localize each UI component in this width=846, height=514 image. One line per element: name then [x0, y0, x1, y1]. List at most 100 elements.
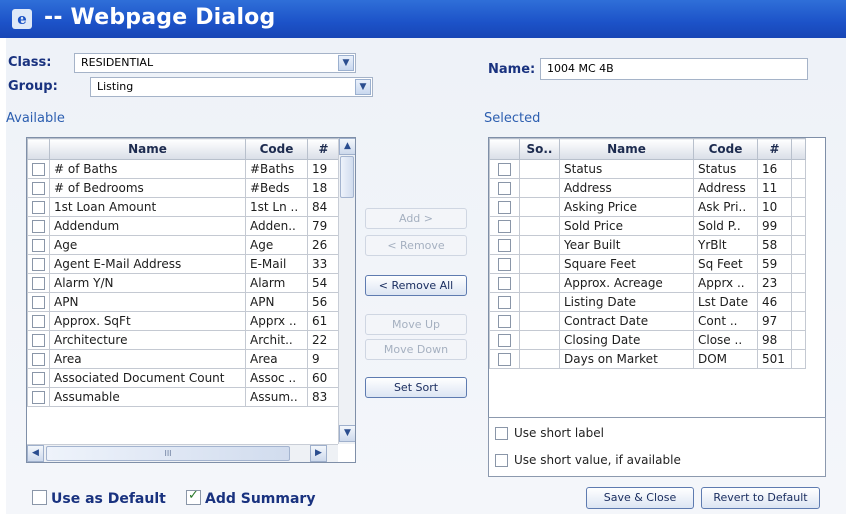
row-checkbox-cell[interactable] — [489, 311, 520, 331]
row-checkbox-cell[interactable] — [27, 197, 50, 217]
row-checkbox[interactable] — [498, 258, 511, 271]
row-checkbox-cell[interactable] — [27, 254, 50, 274]
table-row[interactable]: Address Address 11 — [489, 178, 806, 198]
row-checkbox-cell[interactable] — [27, 235, 50, 255]
row-checkbox-cell[interactable] — [489, 235, 520, 255]
row-checkbox[interactable] — [498, 296, 511, 309]
row-checkbox[interactable] — [498, 315, 511, 328]
scroll-right-icon[interactable]: ▶ — [310, 445, 327, 462]
row-checkbox[interactable] — [32, 353, 45, 366]
row-checkbox[interactable] — [498, 334, 511, 347]
row-checkbox-cell[interactable] — [489, 349, 520, 369]
table-row[interactable]: Approx. Acreage Apprx .. 23 — [489, 273, 806, 293]
row-checkbox-cell[interactable] — [489, 159, 520, 179]
chevron-down-icon[interactable]: ▼ — [355, 79, 371, 95]
short-value-option[interactable]: Use short value, if available — [495, 453, 681, 467]
column-header-sort[interactable]: So.. — [519, 138, 560, 160]
table-row[interactable]: Assumable Assum.. 83 — [27, 387, 340, 407]
move-down-button[interactable]: Move Down — [365, 339, 467, 360]
row-checkbox-cell[interactable] — [27, 273, 50, 293]
table-row[interactable]: 1st Loan Amount 1st Ln .. 84 — [27, 197, 340, 217]
scroll-down-icon[interactable]: ▼ — [339, 425, 355, 442]
row-checkbox-cell[interactable] — [27, 368, 50, 388]
table-row[interactable]: Area Area 9 — [27, 349, 340, 369]
row-checkbox-cell[interactable] — [27, 178, 50, 198]
table-row[interactable]: # of Baths #Baths 19 — [27, 159, 340, 179]
row-checkbox-cell[interactable] — [27, 311, 50, 331]
row-checkbox-cell[interactable] — [27, 330, 50, 350]
table-row[interactable]: Closing Date Close .. 98 — [489, 330, 806, 350]
row-checkbox[interactable] — [32, 391, 45, 404]
row-checkbox[interactable] — [32, 296, 45, 309]
set-sort-button[interactable]: Set Sort — [365, 377, 467, 398]
remove-all-button[interactable]: < Remove All — [365, 275, 467, 296]
short-label-checkbox[interactable] — [495, 427, 508, 440]
row-checkbox[interactable] — [498, 163, 511, 176]
row-checkbox[interactable] — [32, 201, 45, 214]
add-summary-option[interactable]: Add Summary — [186, 488, 315, 507]
row-checkbox[interactable] — [32, 277, 45, 290]
add-summary-checkbox[interactable] — [186, 488, 201, 505]
row-checkbox[interactable] — [32, 258, 45, 271]
table-row[interactable]: APN APN 56 — [27, 292, 340, 312]
row-checkbox[interactable] — [32, 315, 45, 328]
add-button[interactable]: Add > — [365, 208, 467, 229]
table-row[interactable]: Sold Price Sold P.. 99 — [489, 216, 806, 236]
table-row[interactable]: Architecture Archit.. 22 — [27, 330, 340, 350]
table-row[interactable]: Alarm Y/N Alarm 54 — [27, 273, 340, 293]
table-row[interactable]: Days on Market DOM 501 — [489, 349, 806, 369]
class-select[interactable]: RESIDENTIAL ▼ — [74, 53, 356, 73]
row-checkbox-cell[interactable] — [27, 349, 50, 369]
table-row[interactable]: Age Age 26 — [27, 235, 340, 255]
table-row[interactable]: Square Feet Sq Feet 59 — [489, 254, 806, 274]
column-header-number[interactable]: # — [757, 138, 792, 160]
use-as-default-option[interactable]: Use as Default — [32, 490, 166, 507]
row-checkbox-cell[interactable] — [27, 216, 50, 236]
row-checkbox-cell[interactable] — [489, 273, 520, 293]
table-row[interactable]: Associated Document Count Assoc .. 60 — [27, 368, 340, 388]
available-horizontal-scrollbar[interactable]: ◀ III ▶ — [27, 444, 338, 462]
row-checkbox[interactable] — [32, 334, 45, 347]
row-checkbox[interactable] — [498, 277, 511, 290]
column-header-name[interactable]: Name — [49, 138, 246, 160]
row-checkbox[interactable] — [32, 239, 45, 252]
row-checkbox-cell[interactable] — [27, 159, 50, 179]
scroll-thumb[interactable]: III — [46, 446, 290, 461]
row-checkbox-cell[interactable] — [489, 178, 520, 198]
row-checkbox[interactable] — [498, 201, 511, 214]
short-value-checkbox[interactable] — [495, 454, 508, 467]
row-checkbox-cell[interactable] — [489, 254, 520, 274]
row-checkbox-cell[interactable] — [489, 292, 520, 312]
row-checkbox-cell[interactable] — [489, 197, 520, 217]
table-row[interactable]: Asking Price Ask Pri.. 10 — [489, 197, 806, 217]
row-checkbox-cell[interactable] — [489, 216, 520, 236]
table-row[interactable]: Year Built YrBlt 58 — [489, 235, 806, 255]
column-header-code[interactable]: Code — [693, 138, 758, 160]
save-close-button[interactable]: Save & Close — [586, 487, 694, 509]
row-checkbox[interactable] — [498, 353, 511, 366]
move-up-button[interactable]: Move Up — [365, 314, 467, 335]
column-header-number[interactable]: # — [307, 138, 340, 160]
row-checkbox[interactable] — [32, 220, 45, 233]
row-checkbox-cell[interactable] — [489, 330, 520, 350]
chevron-down-icon[interactable]: ▼ — [338, 55, 354, 71]
row-checkbox[interactable] — [32, 163, 45, 176]
name-input[interactable]: 1004 MC 4B — [540, 58, 808, 80]
row-checkbox-cell[interactable] — [27, 387, 50, 407]
row-checkbox[interactable] — [498, 239, 511, 252]
table-row[interactable]: Status Status 16 — [489, 159, 806, 179]
table-row[interactable]: Listing Date Lst Date 46 — [489, 292, 806, 312]
row-checkbox[interactable] — [32, 182, 45, 195]
remove-button[interactable]: < Remove — [365, 235, 467, 256]
revert-to-default-button[interactable]: Revert to Default — [701, 487, 820, 509]
use-as-default-checkbox[interactable] — [32, 490, 47, 505]
table-row[interactable]: # of Bedrooms #Beds 18 — [27, 178, 340, 198]
available-vertical-scrollbar[interactable]: ▲ ▼ — [338, 138, 355, 444]
table-row[interactable]: Contract Date Cont .. 97 — [489, 311, 806, 331]
row-checkbox-cell[interactable] — [27, 292, 50, 312]
scroll-thumb[interactable] — [340, 156, 354, 198]
table-row[interactable]: Agent E-Mail Address E-Mail 33 — [27, 254, 340, 274]
column-header-name[interactable]: Name — [559, 138, 694, 160]
scroll-up-icon[interactable]: ▲ — [339, 138, 355, 155]
row-checkbox[interactable] — [498, 220, 511, 233]
